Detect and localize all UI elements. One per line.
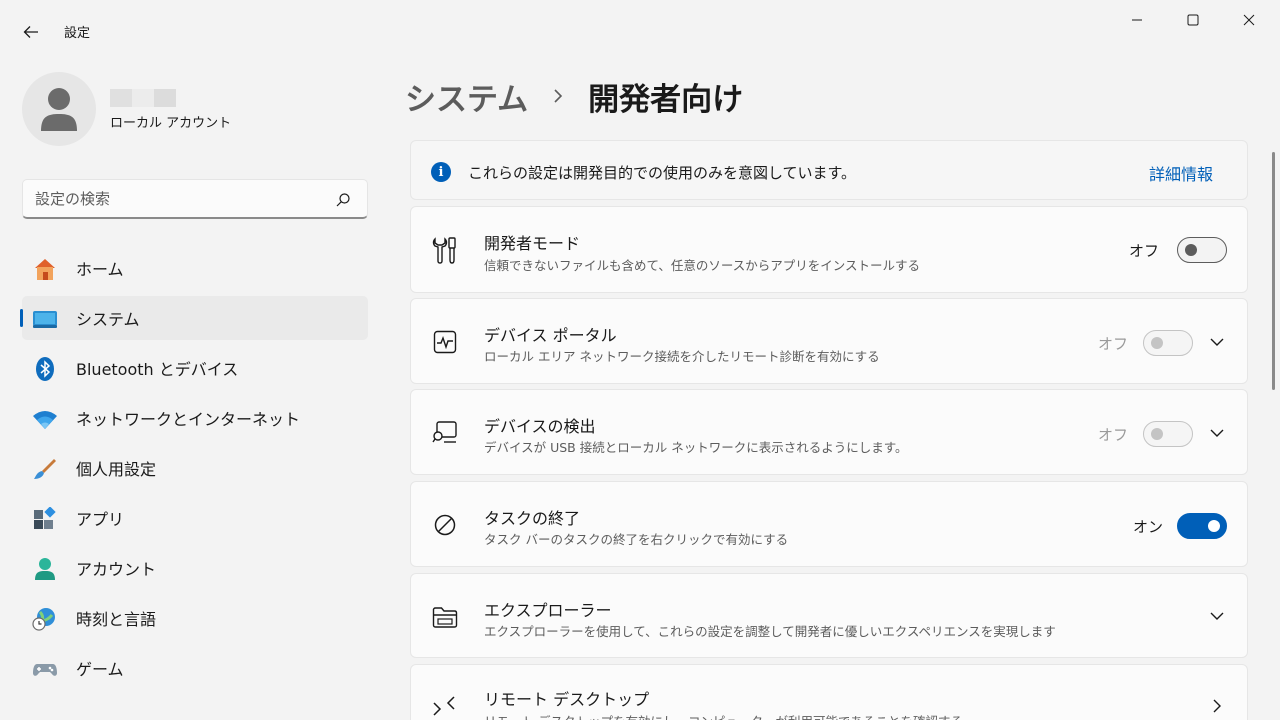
sidebar-item-label: ネットワークとインターネット bbox=[76, 410, 301, 429]
chevron-down-icon[interactable] bbox=[1208, 607, 1226, 625]
close-icon bbox=[1243, 14, 1255, 26]
minimize-icon bbox=[1132, 19, 1142, 21]
system-icon bbox=[32, 307, 58, 331]
page-title: 開発者向け bbox=[588, 81, 744, 118]
close-button[interactable] bbox=[1221, 0, 1277, 40]
chevron-right-icon bbox=[552, 86, 566, 106]
search-input[interactable] bbox=[35, 188, 325, 210]
info-banner: i これらの設定は開発目的での使用のみを意図しています。 詳細情報 bbox=[410, 140, 1248, 200]
search-box[interactable] bbox=[22, 179, 368, 219]
toggle-state-label: オフ bbox=[1128, 242, 1159, 260]
setting-device-portal: デバイス ポータル ローカル エリア ネットワーク接続を介したリモート診断を有効… bbox=[410, 298, 1248, 384]
home-icon bbox=[32, 257, 58, 281]
sidebar-item-label: アプリ bbox=[76, 510, 125, 529]
pulse-monitor-icon bbox=[431, 328, 459, 356]
setting-title: 開発者モード bbox=[484, 234, 581, 253]
developer-tools-icon bbox=[431, 236, 459, 264]
setting-end-task: タスクの終了 タスク バーのタスクの終了を右クリックで有効にする オン bbox=[410, 481, 1248, 567]
bluetooth-icon bbox=[32, 357, 58, 381]
toggle-state-label: オフ bbox=[1097, 335, 1128, 353]
chevron-down-icon[interactable] bbox=[1208, 424, 1226, 442]
maximize-icon bbox=[1187, 14, 1199, 26]
sidebar-item-network[interactable]: ネットワークとインターネット bbox=[22, 396, 368, 440]
setting-description: リモート デスクトップを有効にし、コンピューターが利用可能であることを確認する bbox=[484, 711, 963, 720]
scrollbar-thumb[interactable] bbox=[1272, 152, 1275, 390]
back-button[interactable] bbox=[16, 18, 46, 46]
search-icon[interactable] bbox=[335, 192, 351, 208]
avatar[interactable] bbox=[22, 72, 96, 146]
app-title: 設定 bbox=[64, 26, 91, 41]
setting-remote-desktop[interactable]: リモート デスクトップ リモート デスクトップを有効にし、コンピューターが利用可… bbox=[410, 664, 1248, 720]
user-silhouette-icon bbox=[41, 88, 77, 131]
setting-title: デバイス ポータル bbox=[484, 326, 617, 345]
setting-description: 信頼できないファイルも含めて、任意のソースからアプリをインストールする bbox=[484, 258, 921, 273]
sidebar-item-label: ホーム bbox=[76, 260, 124, 279]
setting-title: エクスプローラー bbox=[484, 601, 612, 620]
device-portal-toggle bbox=[1143, 330, 1193, 356]
sidebar-item-accounts[interactable]: アカウント bbox=[22, 546, 368, 590]
sidebar-item-system[interactable]: システム bbox=[20, 296, 368, 340]
toggle-state-label: オフ bbox=[1097, 426, 1128, 444]
setting-description: デバイスが USB 接続とローカル ネットワークに表示されるようにします。 bbox=[484, 440, 908, 455]
breadcrumb: システム 開発者向け bbox=[405, 72, 743, 120]
prohibited-icon bbox=[431, 511, 459, 539]
info-text: これらの設定は開発目的での使用のみを意図しています。 bbox=[468, 164, 857, 182]
folder-icon bbox=[431, 603, 459, 631]
sidebar-item-label: 時刻と言語 bbox=[76, 610, 157, 629]
setting-description: ローカル エリア ネットワーク接続を介したリモート診断を有効にする bbox=[484, 349, 880, 364]
sidebar-item-label: システム bbox=[76, 310, 140, 329]
setting-description: エクスプローラーを使用して、これらの設定を調整して開発者に優しいエクスペリエンス… bbox=[484, 624, 1056, 639]
minimize-button[interactable] bbox=[1109, 0, 1165, 40]
sidebar-nav: ホーム システム Bluetooth とデバイス ネットワークとインターネット … bbox=[20, 246, 368, 696]
brush-icon bbox=[32, 457, 58, 481]
setting-title: デバイスの検出 bbox=[484, 417, 596, 436]
back-arrow-icon bbox=[23, 26, 38, 38]
device-discovery-toggle bbox=[1143, 421, 1193, 447]
apps-icon bbox=[32, 507, 58, 531]
toggle-state-label: オン bbox=[1132, 518, 1163, 536]
wifi-icon bbox=[32, 407, 58, 431]
sidebar-item-label: Bluetooth とデバイス bbox=[76, 360, 239, 379]
sidebar-item-label: ゲーム bbox=[76, 660, 124, 679]
maximize-button[interactable] bbox=[1165, 0, 1221, 40]
setting-device-discovery: デバイスの検出 デバイスが USB 接続とローカル ネットワークに表示されるよう… bbox=[410, 389, 1248, 475]
account-icon bbox=[32, 557, 58, 581]
setting-file-explorer: エクスプローラー エクスプローラーを使用して、これらの設定を調整して開発者に優し… bbox=[410, 573, 1248, 658]
chevron-right-icon[interactable] bbox=[1208, 697, 1226, 715]
remote-desktop-icon bbox=[431, 692, 459, 720]
chevron-down-icon[interactable] bbox=[1208, 333, 1226, 351]
gamepad-icon bbox=[32, 657, 58, 681]
setting-developer-mode: 開発者モード 信頼できないファイルも含めて、任意のソースからアプリをインストール… bbox=[410, 206, 1248, 293]
sidebar-item-label: アカウント bbox=[76, 560, 157, 579]
setting-title: タスクの終了 bbox=[484, 509, 581, 528]
profile-account-type: ローカル アカウント bbox=[110, 116, 232, 131]
setting-title: リモート デスクトップ bbox=[484, 690, 650, 709]
title-bar: 設定 bbox=[0, 0, 1280, 44]
profile-name-redacted bbox=[110, 89, 176, 107]
developer-mode-toggle[interactable] bbox=[1177, 237, 1227, 263]
info-icon: i bbox=[431, 162, 451, 182]
sidebar-item-time-language[interactable]: 時刻と言語 bbox=[22, 596, 368, 640]
sidebar-item-home[interactable]: ホーム bbox=[22, 246, 368, 290]
sidebar-item-gaming[interactable]: ゲーム bbox=[22, 646, 368, 690]
learn-more-link[interactable]: 詳細情報 bbox=[1149, 161, 1213, 185]
device-search-icon bbox=[431, 419, 459, 447]
sidebar-item-bluetooth[interactable]: Bluetooth とデバイス bbox=[22, 346, 368, 390]
globe-clock-icon bbox=[32, 607, 58, 631]
end-task-toggle[interactable] bbox=[1177, 513, 1227, 539]
sidebar-item-label: 個人用設定 bbox=[76, 460, 157, 479]
breadcrumb-parent[interactable]: システム bbox=[405, 74, 528, 119]
setting-description: タスク バーのタスクの終了を右クリックで有効にする bbox=[484, 532, 789, 547]
sidebar-item-apps[interactable]: アプリ bbox=[22, 496, 368, 540]
sidebar-item-personalization[interactable]: 個人用設定 bbox=[22, 446, 368, 490]
